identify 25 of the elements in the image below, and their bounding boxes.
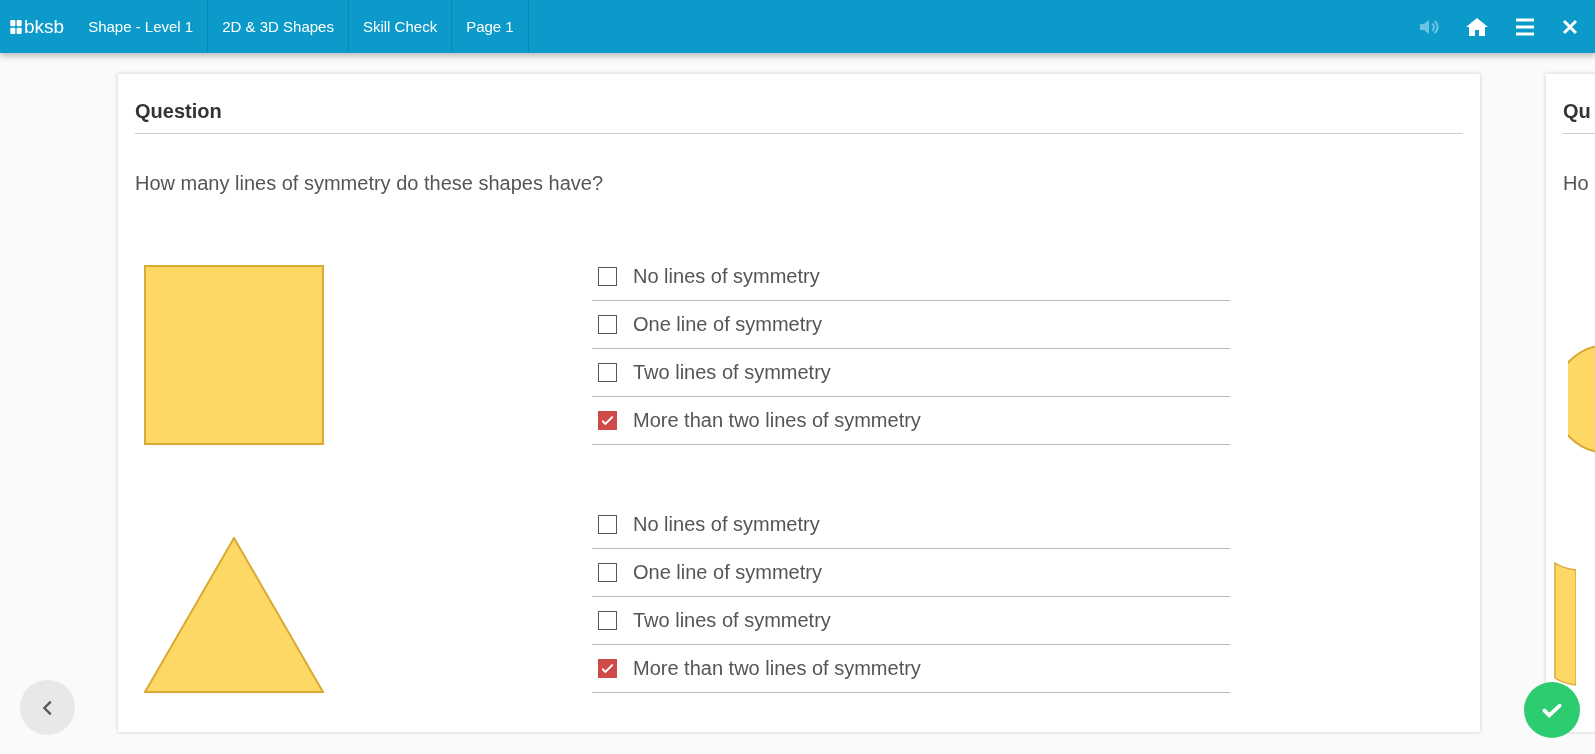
logo-text: bksb (24, 15, 65, 38)
card-title: Question (135, 88, 1463, 134)
answer-option[interactable]: No lines of symmetry (592, 501, 1230, 549)
answer-option[interactable]: More than two lines of symmetry (592, 645, 1230, 693)
question-text: Ho (1563, 172, 1590, 195)
checkbox[interactable] (598, 611, 617, 630)
close-icon[interactable] (1561, 17, 1579, 36)
checkbox[interactable] (598, 659, 617, 678)
question-text: How many lines of symmetry do these shapes have? (135, 172, 604, 195)
tick-icon (602, 664, 613, 673)
checkbox[interactable] (598, 267, 617, 286)
answer-option[interactable]: No lines of symmetry (592, 253, 1230, 301)
answer-option[interactable]: More than two lines of symmetry (592, 397, 1230, 445)
checkbox[interactable] (598, 363, 617, 382)
answer-option[interactable]: One line of symmetry (592, 301, 1230, 349)
checkbox[interactable] (598, 563, 617, 582)
tick-icon (602, 416, 613, 425)
answer-option[interactable]: Two lines of symmetry (592, 597, 1230, 645)
grid-icon (10, 19, 22, 34)
answer-option[interactable]: Two lines of symmetry (592, 349, 1230, 397)
checkbox[interactable] (598, 411, 617, 430)
checkbox[interactable] (598, 315, 617, 334)
card-title: Qu (1563, 88, 1595, 134)
checkbox[interactable] (598, 515, 617, 534)
answer-option[interactable]: One line of symmetry (592, 549, 1230, 597)
